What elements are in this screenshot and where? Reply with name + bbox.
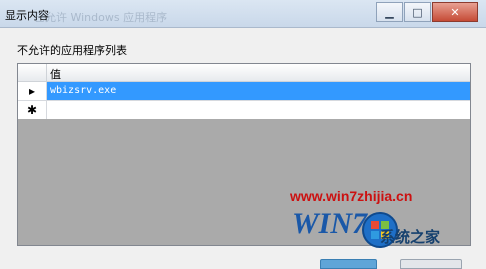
minimize-icon: ▁ (385, 5, 394, 19)
maximize-icon: □ (412, 5, 423, 19)
watermark-url: www.win7zhijia.cn (290, 188, 413, 204)
watermark-logo: WIN7 (292, 207, 368, 240)
dialog-buttons-partial (320, 259, 486, 269)
title-bar: 显示内容 已允许 Windows 应用程序 ▁ □ ✕ (0, 0, 486, 28)
maximize-button[interactable]: □ (404, 2, 431, 22)
grid-header: 值 (18, 64, 470, 82)
cancel-button[interactable] (400, 259, 462, 269)
table-row[interactable]: ▸ wbizsrv.exe (18, 82, 470, 101)
watermark-site-name: 系统之家 (380, 229, 441, 246)
row-selector-current-icon[interactable]: ▸ (18, 82, 47, 100)
window-controls: ▁ □ ✕ (375, 2, 478, 22)
background-window-title: 已允许 Windows 应用程序 (34, 11, 168, 24)
minimize-button[interactable]: ▁ (376, 2, 403, 22)
ok-button[interactable] (320, 259, 377, 269)
value-cell[interactable]: wbizsrv.exe (47, 82, 470, 100)
value-cell-new[interactable] (47, 101, 470, 119)
column-header-value[interactable]: 值 (50, 66, 61, 82)
table-row-new[interactable]: ✱ (18, 101, 470, 120)
close-icon: ✕ (450, 5, 460, 19)
grid-corner[interactable] (18, 64, 47, 81)
disallowed-apps-label: 不允许的应用程序列表 (17, 44, 127, 57)
new-row-icon[interactable]: ✱ (18, 101, 47, 119)
watermark: www.win7zhijia.cn WIN7 系统之家 (290, 188, 480, 267)
close-button[interactable]: ✕ (432, 2, 478, 22)
